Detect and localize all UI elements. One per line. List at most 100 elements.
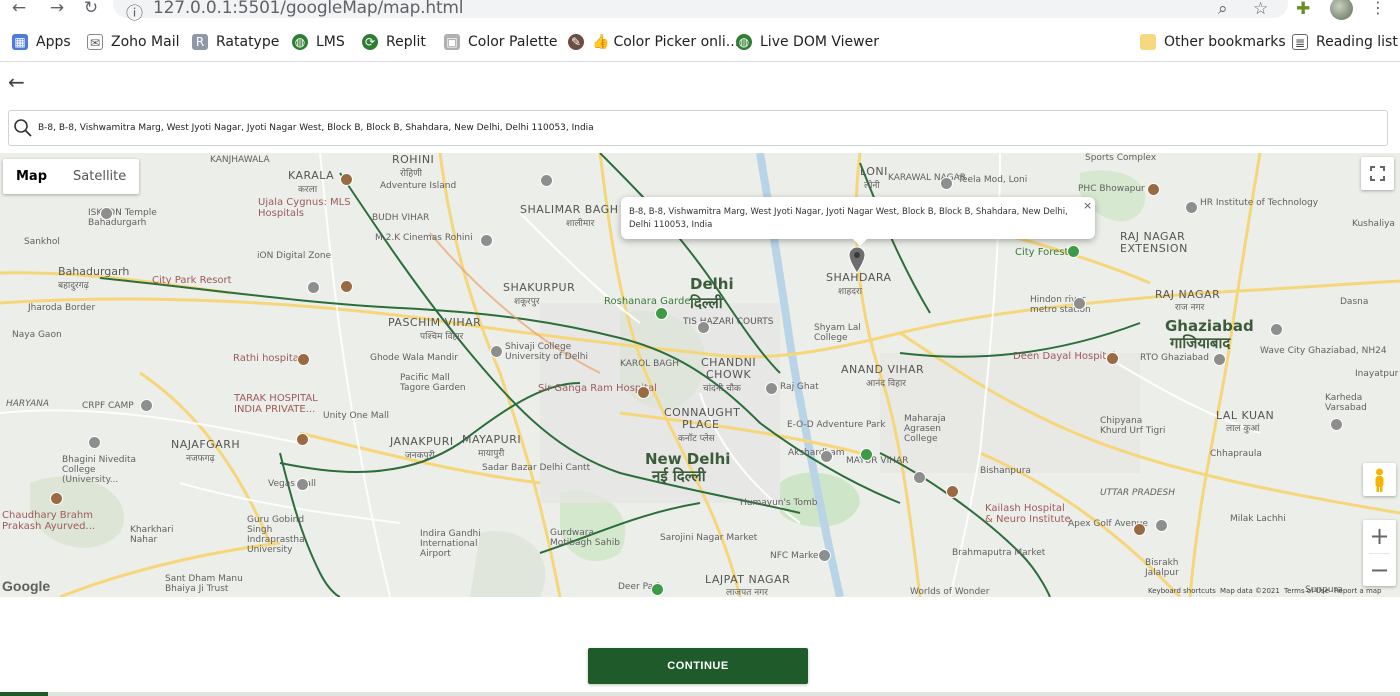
hospital-marker-icon[interactable]: [637, 386, 650, 399]
back-button[interactable]: ←: [8, 70, 25, 94]
poi-marker-icon[interactable]: [100, 207, 113, 220]
poi-marker-icon[interactable]: [540, 174, 553, 187]
poi-marker-icon[interactable]: [818, 549, 831, 562]
city-label-hi: नई दिल्ली: [652, 467, 706, 485]
poi-label: Naya Gaon: [12, 330, 62, 340]
poi-marker-icon[interactable]: [1155, 519, 1168, 532]
poi-marker-icon[interactable]: [1185, 201, 1198, 214]
poi-label: iON Digital Zone: [257, 251, 332, 261]
hospital-marker-icon[interactable]: [1147, 183, 1160, 196]
hospital-marker-icon[interactable]: [1106, 352, 1119, 365]
google-logo[interactable]: Google: [2, 578, 50, 594]
poi-marker-icon[interactable]: [480, 234, 493, 247]
avatar[interactable]: [1330, 0, 1353, 20]
poi-marker-icon[interactable]: [940, 177, 953, 190]
extensions-icon[interactable]: ✚: [1296, 0, 1310, 19]
star-icon[interactable]: ☆: [1253, 0, 1268, 19]
poi-marker-icon[interactable]: [1213, 353, 1226, 366]
area-label-hi: पश्चिम विहार: [420, 332, 464, 342]
bookmark-replit[interactable]: ⟳ Replit: [362, 32, 426, 52]
info-icon[interactable]: ⓘ: [126, 0, 143, 24]
search-input[interactable]: B-8, B-8, Vishwamitra Marg, West Jyoti N…: [8, 110, 1388, 146]
poi-label: Raj Ghat: [780, 382, 819, 392]
hospital-marker-icon[interactable]: [296, 433, 309, 446]
bookmark-zoho[interactable]: ✉ Zoho Mail: [87, 32, 179, 52]
reading-list[interactable]: ≣ Reading list: [1292, 32, 1398, 52]
park-marker-icon[interactable]: [655, 307, 668, 320]
poi-label: Chaudhary Brahm Prakash Ayurved...: [2, 510, 96, 532]
poi-label: Kharkhari Nahar: [130, 525, 174, 545]
reload-icon[interactable]: ↻: [80, 0, 102, 18]
terms-link[interactable]: Terms of Use: [1284, 587, 1329, 595]
city-label: Delhi: [690, 275, 734, 293]
area-label: EXTENSION: [1120, 242, 1188, 255]
location-pin-icon[interactable]: [848, 246, 866, 274]
poi-label: Adventure Island: [380, 181, 457, 191]
poi-marker-icon[interactable]: [490, 345, 503, 358]
browser-toolbar: ← → ↻ ⓘ 127.0.0.1:5501/googleMap/map.htm…: [0, 0, 1400, 24]
poi-label: Ujala Cygnus: MLS Hospitals: [258, 197, 351, 219]
area-label: ANAND VIHAR: [841, 363, 925, 376]
park-marker-icon[interactable]: [651, 583, 664, 596]
map-type-map[interactable]: Map: [3, 159, 60, 194]
reading-list-icon: ≣: [1292, 34, 1308, 50]
search-icon: [14, 119, 32, 137]
menu-icon[interactable]: ⋮: [1370, 0, 1386, 17]
hospital-marker-icon[interactable]: [946, 485, 959, 498]
area-label-hi: शालीमार: [566, 219, 595, 229]
hospital-marker-icon[interactable]: [340, 280, 353, 293]
bookmark-apps[interactable]: ▦ Apps: [12, 32, 71, 52]
hospital-marker-icon[interactable]: [340, 173, 353, 186]
keyboard-shortcuts-link[interactable]: Keyboard shortcuts: [1148, 587, 1216, 595]
bookmark-lms[interactable]: ◍ LMS: [292, 32, 345, 52]
forward-arrow-icon[interactable]: →: [46, 0, 68, 18]
globe-icon: ◍: [736, 34, 752, 50]
poi-marker-icon[interactable]: [697, 321, 710, 334]
poi-marker-icon[interactable]: [88, 436, 101, 449]
poi-marker-icon[interactable]: [140, 399, 153, 412]
poi-label: Sadar Bazar Delhi Cantt: [482, 463, 591, 473]
bookmark-live-dom[interactable]: ◍ Live DOM Viewer: [736, 32, 879, 52]
street-view-pegman[interactable]: [1363, 463, 1396, 496]
pegman-icon: [1375, 468, 1384, 492]
area-label: JANAKPURI: [390, 435, 454, 448]
hospital-marker-icon[interactable]: [297, 353, 310, 366]
hospital-marker-icon[interactable]: [1133, 523, 1146, 536]
bookmark-color-picker[interactable]: ✎ 👍 Color Picker onli...: [568, 32, 739, 52]
google-map[interactable]: Map Satellite Delhi दिल्ली New Delhi नई …: [0, 153, 1400, 597]
apps-grid-icon: ▦: [12, 34, 28, 50]
back-arrow-icon[interactable]: ←: [8, 0, 30, 18]
zoom-out-button[interactable]: −: [1363, 554, 1396, 587]
report-error-link[interactable]: Report a map error: [1334, 587, 1400, 597]
search-value[interactable]: B-8, B-8, Vishwamitra Marg, West Jyoti N…: [38, 123, 594, 133]
poi-marker-icon[interactable]: [1073, 297, 1086, 310]
area-label-hi: लाल कुआं: [1226, 424, 1260, 434]
bookmarks-bar: ▦ Apps ✉ Zoho Mail R Ratatype ◍ LMS ⟳ Replit …: [0, 22, 1400, 62]
bookmark-color-palette[interactable]: ▣ Color Palette: [444, 32, 558, 52]
poi-marker-icon[interactable]: [307, 281, 320, 294]
zoom-icon[interactable]: ⌕: [1218, 0, 1228, 19]
close-icon[interactable]: ×: [1083, 199, 1092, 212]
poi-marker-icon[interactable]: [296, 478, 309, 491]
map-type-control: Map Satellite: [3, 159, 140, 194]
area-label-hi: लाजपत नगर: [726, 588, 768, 597]
hospital-marker-icon[interactable]: [50, 492, 63, 505]
area-label-hi: कनॉट प्लेस: [678, 434, 715, 444]
fullscreen-button[interactable]: [1361, 157, 1394, 190]
park-marker-icon[interactable]: [860, 448, 873, 461]
bookmark-other[interactable]: Other bookmarks: [1140, 32, 1286, 52]
ratatype-icon: R: [192, 34, 208, 50]
poi-marker-icon[interactable]: [1330, 418, 1343, 431]
poi-marker-icon[interactable]: [765, 382, 778, 395]
continue-button[interactable]: CONTINUE: [588, 648, 808, 684]
zoom-in-button[interactable]: +: [1363, 520, 1396, 553]
bookmark-ratatype[interactable]: R Ratatype: [192, 32, 279, 52]
map-type-satellite[interactable]: Satellite: [60, 159, 139, 194]
park-marker-icon[interactable]: [1067, 245, 1080, 258]
poi-marker-icon[interactable]: [820, 450, 833, 463]
poi-marker-icon[interactable]: [1270, 323, 1283, 336]
url-text[interactable]: 127.0.0.1:5501/googleMap/map.html: [153, 0, 463, 18]
poi-marker-icon[interactable]: [913, 471, 926, 484]
info-window-address: B-8, B-8, Vishwamitra Marg, West Jyoti N…: [629, 207, 1068, 230]
poi-label: Rathi hospital: [233, 353, 302, 364]
